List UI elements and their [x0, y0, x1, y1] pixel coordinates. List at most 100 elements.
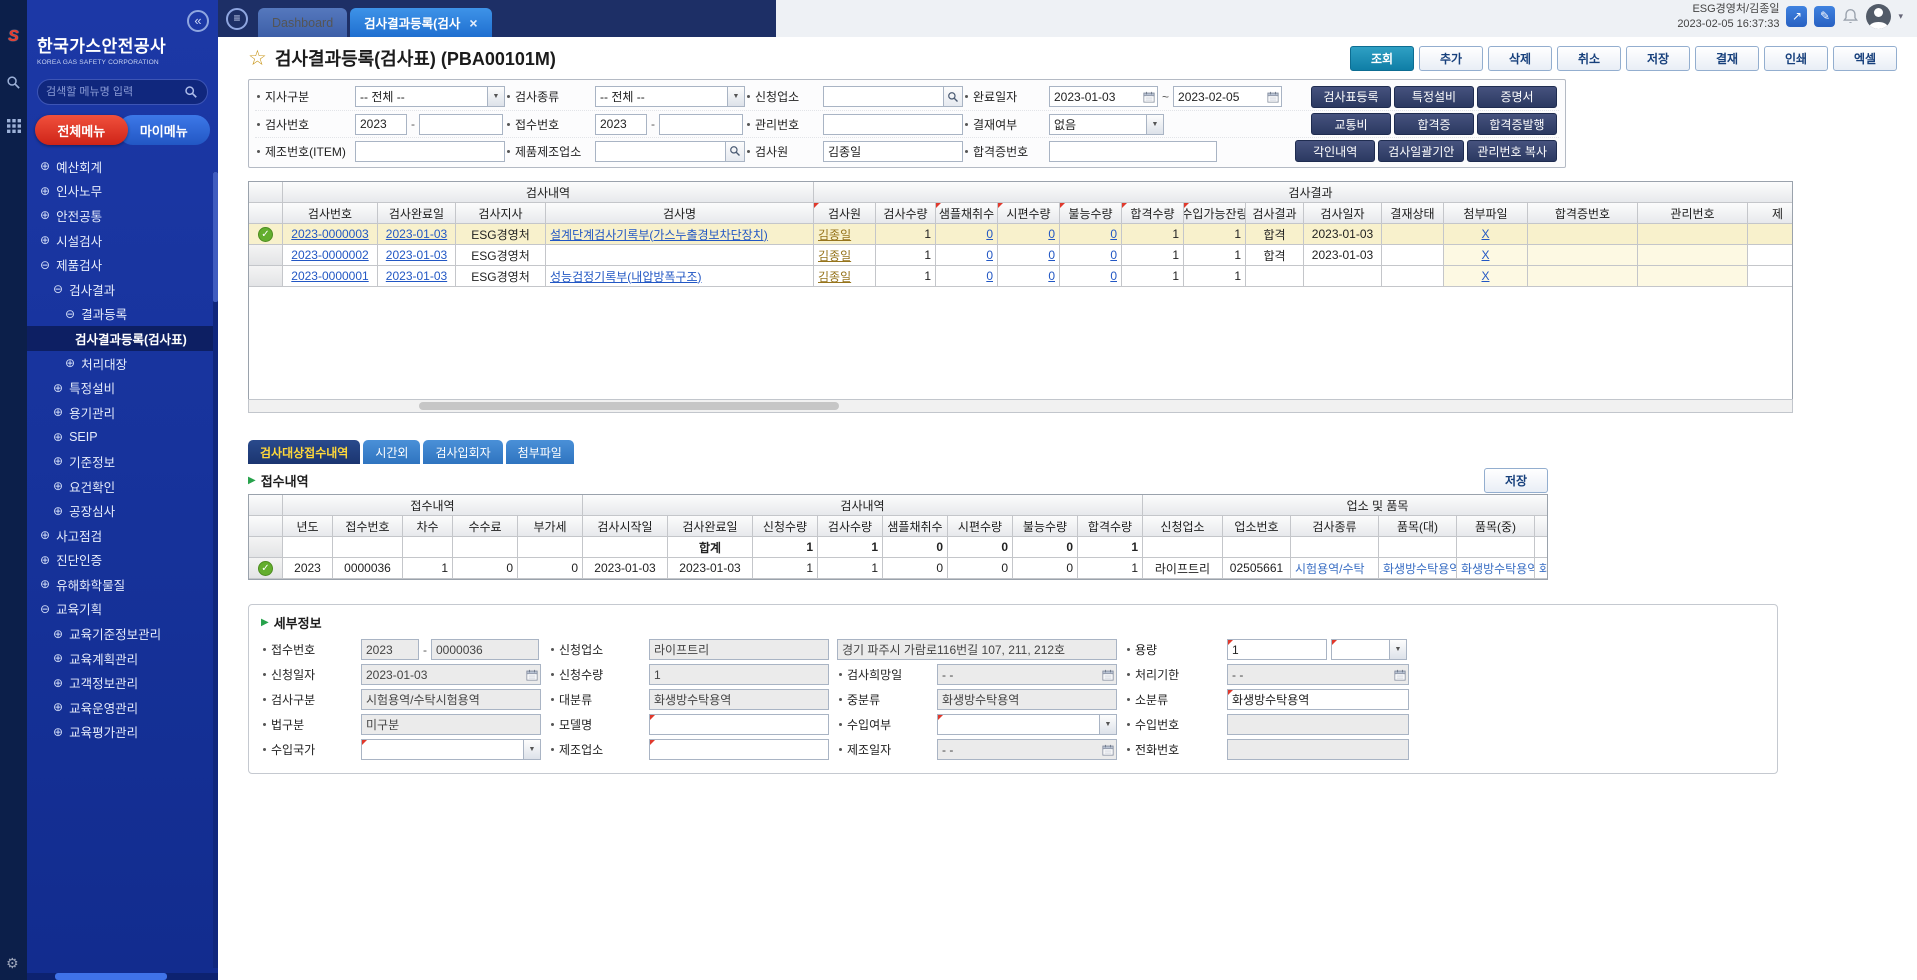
bottom-tab[interactable]: 검사입회자	[423, 440, 502, 464]
dropdown-arrow-icon[interactable]: ▼	[1146, 115, 1163, 134]
receipt-column-header[interactable]: 품목(중)	[1457, 516, 1535, 537]
sidebar-hscroll-thumb[interactable]	[55, 973, 167, 980]
dropdown-arrow-icon[interactable]: ▼	[523, 740, 540, 759]
grid-cell[interactable]: 0	[936, 266, 998, 287]
grid-column-header[interactable]: 검사완료일	[378, 203, 456, 224]
grid-cell[interactable]	[1748, 245, 1793, 266]
grid-cell[interactable]: 1	[1122, 224, 1184, 245]
grid-cell[interactable]: 2023-0000002	[283, 245, 378, 266]
grid-cell[interactable]	[1638, 245, 1748, 266]
grid-cell[interactable]: 1	[1122, 245, 1184, 266]
grid-column-header[interactable]: 검사일자	[1304, 203, 1382, 224]
tab-dashboard[interactable]: Dashboard	[258, 8, 347, 37]
applicant-address-input[interactable]	[838, 640, 1116, 659]
grid-cell[interactable]: 1	[1184, 266, 1246, 287]
search-icon[interactable]	[943, 87, 962, 106]
grid-row-header[interactable]: ✓	[249, 224, 283, 245]
inspection-class[interactable]	[361, 689, 541, 710]
applicant[interactable]	[649, 639, 829, 660]
receipt-column-header[interactable]: 검사수량	[818, 516, 883, 537]
dropdown-arrow-icon[interactable]: ▼	[727, 87, 744, 106]
receipt-cell[interactable]: 0	[883, 558, 948, 579]
grid-cell[interactable]	[546, 245, 814, 266]
grid-cell[interactable]: 0	[998, 266, 1060, 287]
grid-cell[interactable]: 2023-01-03	[1304, 245, 1382, 266]
apply-qty-input[interactable]	[650, 665, 828, 684]
applicant-address[interactable]	[837, 639, 1117, 660]
mfg-date[interactable]: - -	[937, 739, 1117, 760]
receipt-cell[interactable]: 시험용역/수탁	[1291, 558, 1379, 579]
receipt-column-header[interactable]: 부가세	[518, 516, 583, 537]
receipt-cell[interactable]: 화생방수탁용역	[1379, 558, 1457, 579]
hope-date[interactable]: - -	[937, 664, 1117, 685]
dropdown-arrow-icon[interactable]: ▼	[1099, 715, 1116, 734]
grid-cell[interactable]: 0	[936, 245, 998, 266]
capacity-input[interactable]	[1228, 640, 1326, 659]
delete-button[interactable]: 삭제	[1488, 46, 1552, 71]
grid-cell[interactable]: 1	[876, 266, 936, 287]
grid-cell[interactable]	[1382, 266, 1444, 287]
receipt-column-header[interactable]: 품목(대)	[1379, 516, 1457, 537]
grid-cell[interactable]: 1	[876, 224, 936, 245]
sidebar-item[interactable]: 검사결과등록(검사표)	[27, 326, 218, 351]
grid-cell[interactable]: 2023-01-03	[1304, 224, 1382, 245]
receipt-column-header[interactable]: 검사시작일	[583, 516, 668, 537]
receipt-no-filter-serial-input[interactable]	[660, 115, 742, 134]
edit-pencil-icon[interactable]: ✎	[1814, 6, 1835, 27]
inspection-type-select[interactable]: -- 전체 --▼	[595, 86, 745, 107]
grid-cell[interactable]	[1528, 245, 1638, 266]
model-name[interactable]	[649, 714, 829, 735]
complete-date-range-to[interactable]: 2023-02-05	[1173, 86, 1282, 107]
grid-cell[interactable]: X	[1444, 266, 1528, 287]
manufacturer-input[interactable]	[650, 740, 828, 759]
receipt-cell[interactable]: 0	[453, 558, 518, 579]
settings-gear-icon[interactable]: ⚙	[6, 955, 19, 972]
filter-button[interactable]: 각인내역	[1295, 140, 1375, 162]
grid-cell[interactable]: 0	[1060, 245, 1122, 266]
receipt-cell[interactable]: 화생방수탁용역	[1457, 558, 1535, 579]
receipt-no-filter-year-input[interactable]	[596, 115, 646, 134]
receipt-column-header[interactable]: 시편수량	[948, 516, 1013, 537]
notification-bell-icon[interactable]	[1842, 8, 1859, 25]
grid-cell[interactable]: 1	[1122, 266, 1184, 287]
receipt-save-button[interactable]: 저장	[1484, 468, 1548, 493]
my-menu-button[interactable]: 마이메뉴	[118, 115, 211, 145]
sidebar-item[interactable]: ⊕시설검사	[27, 228, 218, 253]
category-minor-input[interactable]	[1228, 690, 1408, 709]
search-icon[interactable]	[725, 142, 744, 161]
grid-column-header[interactable]: 제	[1748, 203, 1793, 224]
grid-cell[interactable]	[1638, 224, 1748, 245]
grid-cell[interactable]: 설계단계검사기록부(가스누출경보차단장치)	[546, 224, 814, 245]
grid-column-header[interactable]: 시편수량	[998, 203, 1060, 224]
apply-qty[interactable]	[649, 664, 829, 685]
grid-column-header[interactable]: 합격증번호	[1528, 203, 1638, 224]
applicant-search-input[interactable]	[824, 87, 943, 106]
grid-cell[interactable]: 1	[876, 245, 936, 266]
grid-cell[interactable]: 김종일	[814, 266, 876, 287]
sidebar-item[interactable]: ⊕기준정보	[27, 449, 218, 474]
receipt-cell[interactable]: 0	[948, 558, 1013, 579]
apply-date[interactable]: 2023-01-03	[361, 664, 541, 685]
tab-close-icon[interactable]: ×	[469, 15, 477, 31]
sidebar-item[interactable]: ⊕고객정보관리	[27, 670, 218, 695]
excel-button[interactable]: 엑셀	[1833, 46, 1897, 71]
phone[interactable]	[1227, 739, 1409, 760]
grid-cell[interactable]: ESG경영처	[456, 245, 546, 266]
inspection-no-year[interactable]	[355, 114, 407, 135]
inspection-no-serial[interactable]	[419, 114, 503, 135]
cert-no-input[interactable]	[1050, 142, 1216, 161]
filter-button[interactable]: 교통비	[1311, 113, 1391, 135]
grid-cell[interactable]: 0	[998, 224, 1060, 245]
receipt-no-filter-year[interactable]	[595, 114, 647, 135]
grid-row[interactable]: 2023-00000022023-01-03ESG경영처김종일100011합격2…	[249, 245, 1793, 266]
grid-column-header[interactable]: 불능수량	[1060, 203, 1122, 224]
sidebar-vscroll-thumb[interactable]	[213, 172, 218, 302]
sidebar-item[interactable]: ⊖검사결과	[27, 277, 218, 302]
sidebar-item[interactable]: ⊕공장심사	[27, 498, 218, 523]
cert-no[interactable]	[1049, 141, 1217, 162]
receipt-column-header[interactable]: 차수	[403, 516, 453, 537]
sidebar-item[interactable]: ⊕안전공통	[27, 203, 218, 228]
inspection-no-year-input[interactable]	[356, 115, 406, 134]
receipt-no-filter-serial[interactable]	[659, 114, 743, 135]
grid-hscroll-thumb[interactable]	[419, 402, 839, 410]
